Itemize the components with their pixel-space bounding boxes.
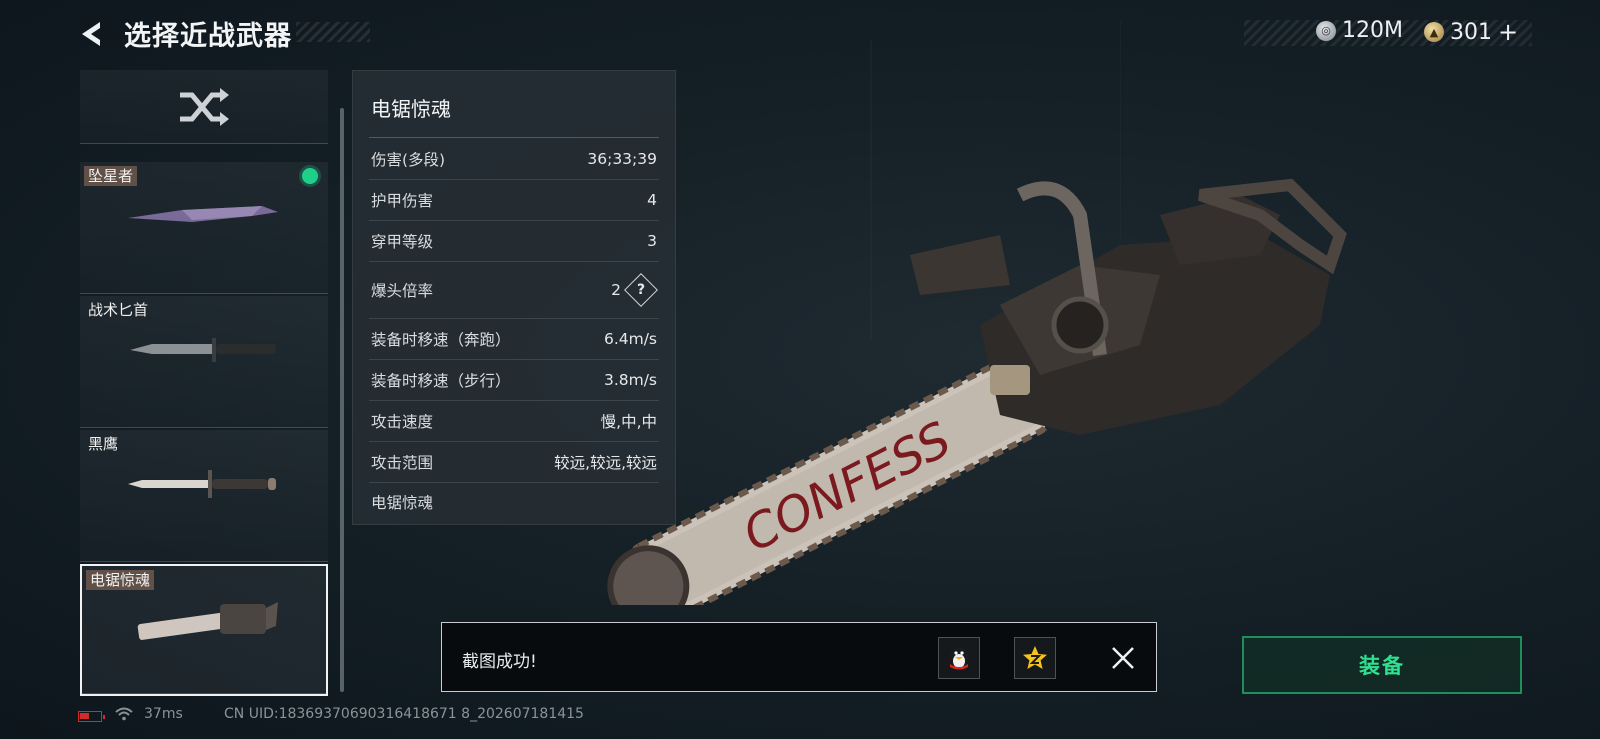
- wifi-icon: [115, 707, 133, 721]
- page-title: 选择近战武器: [124, 21, 292, 52]
- equip-button[interactable]: 装备: [1242, 636, 1522, 694]
- stats-weapon-name: 电锯惊魂: [371, 97, 451, 121]
- user-uid: CN UID:18369370690316418671 8_2026071814…: [224, 706, 584, 722]
- silver-coin-icon: ◎: [1316, 20, 1336, 41]
- gold-coin-icon: ▲: [1424, 22, 1444, 42]
- silver-currency: ◎ 120M: [1316, 18, 1403, 43]
- back-arrow-icon[interactable]: [74, 16, 110, 52]
- dagger-weapon-icon: [128, 470, 276, 498]
- weapon-card-label: 战术匕首: [88, 301, 149, 319]
- stat-value: 36;33;39: [587, 150, 657, 168]
- stat-label: 装备时移速（步行）: [371, 372, 511, 390]
- stat-label: 爆头倍率: [371, 282, 434, 300]
- stat-label: 护甲伤害: [371, 192, 434, 210]
- gold-currency-value: 301: [1450, 19, 1492, 45]
- ping-value: 37ms: [144, 706, 183, 722]
- weapon-card-selected[interactable]: 电锯惊魂: [80, 564, 328, 696]
- weapon-card[interactable]: 战术匕首: [80, 296, 328, 428]
- shuffle-icon: [180, 88, 229, 126]
- weapon-card-label: 坠星者: [84, 166, 138, 186]
- stat-row: 伤害(多段) 36;33;39: [369, 139, 659, 180]
- share-qq-button[interactable]: [938, 637, 980, 679]
- screenshot-toast: 截图成功!: [441, 622, 1157, 692]
- chainsaw-weapon-icon: [137, 602, 278, 640]
- weapon-list: 坠星者 战术匕首 黑鹰 电锯惊魂: [80, 70, 330, 696]
- toast-message: 截图成功!: [462, 652, 537, 672]
- blade-weapon-icon: [128, 206, 278, 222]
- share-qzone-button[interactable]: [1014, 637, 1056, 679]
- stat-label: 攻击范围: [371, 454, 434, 472]
- close-icon[interactable]: [1108, 643, 1138, 673]
- stat-label: 装备时移速（奔跑）: [371, 331, 511, 349]
- add-currency-button[interactable]: +: [1498, 18, 1518, 46]
- equipped-indicator: [302, 168, 318, 184]
- star-icon: [1023, 646, 1047, 669]
- silver-currency-value: 120M: [1342, 18, 1403, 43]
- weapon-card[interactable]: 黑鹰: [80, 430, 328, 562]
- penguin-icon: [950, 647, 968, 670]
- stats-footer-name: 电锯惊魂: [371, 494, 434, 512]
- chainsaw-weapon-render[interactable]: CONFESS: [560, 175, 1360, 605]
- stat-label: 穿甲等级: [371, 233, 434, 251]
- weapon-card-label: 电锯惊魂: [86, 570, 155, 590]
- weapon-card[interactable]: 坠星者: [80, 162, 328, 294]
- random-weapon-button[interactable]: [80, 70, 328, 144]
- stat-label: 攻击速度: [371, 413, 434, 431]
- battery-low-icon: [78, 711, 105, 722]
- stat-label: 伤害(多段): [371, 151, 446, 169]
- knife-weapon-icon: [130, 338, 276, 362]
- gold-currency[interactable]: ▲ 301 +: [1424, 18, 1518, 46]
- weapon-card-label: 黑鹰: [88, 435, 119, 453]
- weapon-list-scrollbar[interactable]: [340, 108, 344, 692]
- title-decoration: [296, 22, 370, 42]
- divider: [369, 137, 659, 138]
